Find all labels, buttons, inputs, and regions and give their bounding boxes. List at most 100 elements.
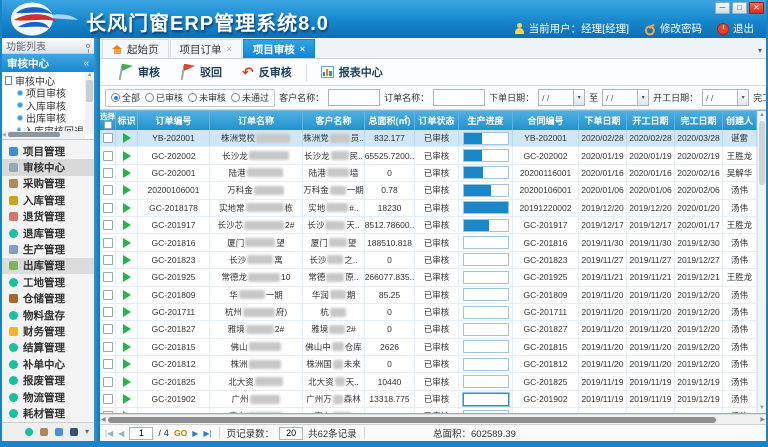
- order-date-to-picker[interactable]: / /▾: [602, 89, 649, 106]
- row-checkbox[interactable]: [103, 151, 113, 161]
- radio-audited[interactable]: 已审核: [145, 91, 183, 104]
- cell-select[interactable]: [100, 373, 116, 389]
- cart-icon[interactable]: [40, 428, 48, 436]
- row-checkbox[interactable]: [103, 238, 113, 248]
- table-row[interactable]: GC-202001陆港陆港墙0已审核202001160012020/01/162…: [100, 165, 766, 182]
- table-row[interactable]: GC-201827雅境2#雅境2#0已审核GC-2018272019/11/20…: [100, 321, 766, 338]
- table-vscroll-thumb[interactable]: [759, 121, 765, 185]
- column-header-0[interactable]: 选择: [100, 111, 116, 130]
- radio-unaudited[interactable]: 未审核: [188, 91, 226, 104]
- cell-select[interactable]: [100, 165, 116, 181]
- tree-vertical-scrollbar[interactable]: ▲: [85, 72, 94, 134]
- table-row[interactable]: GC-201812株洲株洲国未来0已审核GC-2018122019/11/202…: [100, 356, 766, 373]
- table-row[interactable]: 20200106001万科金万科金一期0.78已审核20200106001202…: [100, 182, 766, 199]
- audit-center-section-header[interactable]: 审核中心 «: [2, 54, 94, 71]
- audit-button[interactable]: 审核: [108, 64, 170, 81]
- table-row[interactable]: GC-201823长沙寓长沙之..0已审核GC-2018232019/11/27…: [100, 252, 766, 269]
- row-checkbox[interactable]: [103, 272, 113, 282]
- column-header-7[interactable]: 生产进度: [459, 111, 513, 130]
- go-button[interactable]: GO: [174, 428, 187, 438]
- column-header-8[interactable]: 合同编号: [513, 111, 579, 130]
- sidebar-item-warehouse-mgmt[interactable]: 仓储管理: [2, 291, 94, 307]
- row-checkbox[interactable]: [103, 324, 113, 334]
- column-header-12[interactable]: 创建人: [723, 111, 757, 130]
- maximize-button[interactable]: □: [732, 2, 747, 14]
- tab-project-orders[interactable]: 项目订单×: [170, 39, 242, 58]
- row-checkbox[interactable]: [103, 220, 113, 230]
- cell-select[interactable]: [100, 269, 116, 285]
- sidebar-item-return-stock-mgmt[interactable]: 退库管理: [2, 225, 94, 241]
- row-checkbox[interactable]: [103, 359, 113, 369]
- table-row[interactable]: YB-202001株洲党校株洲党员..832.177已审核YB-20200120…: [100, 130, 766, 147]
- row-checkbox[interactable]: [103, 342, 113, 352]
- sidebar-item-finance-mgmt[interactable]: 财务管理: [2, 323, 94, 339]
- cell-select[interactable]: [100, 391, 116, 407]
- cell-select[interactable]: [100, 217, 116, 233]
- cell-select[interactable]: [100, 130, 116, 146]
- cell-select[interactable]: [100, 287, 116, 303]
- row-checkbox[interactable]: [103, 255, 113, 265]
- close-icon[interactable]: ×: [227, 44, 232, 54]
- column-header-2[interactable]: 订单编号: [138, 111, 210, 130]
- row-checkbox[interactable]: [103, 203, 113, 213]
- row-checkbox[interactable]: [103, 290, 113, 300]
- row-checkbox[interactable]: [103, 133, 113, 143]
- sidebar-item-production-mgmt[interactable]: 生产管理: [2, 241, 94, 257]
- tree-vscroll-thumb[interactable]: [86, 80, 93, 102]
- sidebar-item-material-inventory[interactable]: 物料盘存: [2, 307, 94, 323]
- table-row[interactable]: GC-201815佛山佛山中仓库2626已审核GC-2018152019/11/…: [100, 339, 766, 356]
- table-row[interactable]: GC-201825北大资北大资天..10440已审核GC-2018252019/…: [100, 373, 766, 390]
- table-row[interactable]: GC-201917长沙芯2#长沙天..8512.78600..已审核GC-201…: [100, 217, 766, 234]
- column-header-5[interactable]: 总面积(㎡): [365, 111, 415, 130]
- tree-hscroll-thumb[interactable]: [8, 132, 60, 137]
- sidebar-item-logistics-mgmt[interactable]: 物流管理: [2, 389, 94, 405]
- pin-icon[interactable]: [86, 44, 90, 48]
- column-header-10[interactable]: 开工日期: [627, 111, 675, 130]
- customer-name-input[interactable]: [328, 89, 380, 106]
- tree-horizontal-scrollbar[interactable]: ◀: [2, 131, 85, 139]
- order-date-from-picker[interactable]: / /▾: [538, 89, 585, 106]
- scroll-left-icon[interactable]: ◀: [2, 132, 6, 138]
- first-page-button[interactable]: |◀: [105, 429, 113, 438]
- column-header-6[interactable]: 订单状态: [415, 111, 459, 130]
- tab-project-audit[interactable]: 项目审核×: [243, 39, 315, 58]
- unaudit-button[interactable]: ↶反审核: [232, 64, 302, 80]
- table-vertical-scrollbar[interactable]: ▲ ▼: [757, 111, 766, 413]
- tab-start-page[interactable]: 起始页: [102, 39, 169, 58]
- reject-button[interactable]: 驳回: [170, 64, 232, 81]
- start-date-picker[interactable]: / /▾: [702, 89, 749, 106]
- overflow-chevron-icon[interactable]: ▾: [85, 427, 89, 436]
- cell-select[interactable]: [100, 147, 116, 163]
- sidebar-item-project-mgmt[interactable]: 项目管理: [2, 143, 94, 159]
- scroll-up-icon[interactable]: ▲: [87, 72, 93, 78]
- close-icon[interactable]: ×: [300, 44, 305, 54]
- cell-select[interactable]: [100, 234, 116, 250]
- column-header-4[interactable]: 客户名称: [303, 111, 365, 130]
- sidebar-item-scrap-mgmt[interactable]: 报废管理: [2, 372, 94, 388]
- report-icon[interactable]: [70, 428, 78, 436]
- sidebar-item-outbound-mgmt[interactable]: 出库管理: [2, 258, 94, 274]
- edit-icon[interactable]: [55, 428, 63, 436]
- scroll-down-icon[interactable]: ▼: [759, 404, 765, 413]
- cell-select[interactable]: [100, 321, 116, 337]
- column-header-1[interactable]: 标识: [116, 111, 138, 130]
- scroll-right-icon[interactable]: ▶: [760, 416, 765, 423]
- close-button[interactable]: ✕: [749, 2, 764, 14]
- scroll-up-icon[interactable]: ▲: [759, 112, 765, 118]
- next-page-button[interactable]: ▶: [192, 429, 198, 438]
- table-horizontal-scrollbar[interactable]: ◀ ▶: [100, 414, 766, 424]
- report-center-button[interactable]: 报表中心: [311, 64, 393, 80]
- table-row[interactable]: GC-2018178实地常栋实地#..18230已审核2019122000220…: [100, 200, 766, 217]
- table-row[interactable]: GC-201905唐山唐山0已审核GC-2019052019/11/182019…: [100, 408, 766, 413]
- table-row[interactable]: GC-202002长沙龙长沙龙民..65525.7200..已审核GC-2020…: [100, 147, 766, 164]
- cell-select[interactable]: [100, 339, 116, 355]
- sidebar-item-settlement-mgmt[interactable]: 结算管理: [2, 340, 94, 356]
- sidebar-item-inbound-mgmt[interactable]: 入库管理: [2, 192, 94, 208]
- last-page-button[interactable]: ▶|: [203, 429, 211, 438]
- column-header-9[interactable]: 下单日期: [579, 111, 627, 130]
- collapse-icon[interactable]: «: [83, 58, 89, 69]
- order-name-input[interactable]: [433, 89, 485, 106]
- tab-list-chevron-icon[interactable]: ▾: [758, 46, 762, 55]
- sidebar-item-purchase-mgmt[interactable]: 采购管理: [2, 176, 94, 192]
- radio-failed[interactable]: 未通过: [231, 91, 269, 104]
